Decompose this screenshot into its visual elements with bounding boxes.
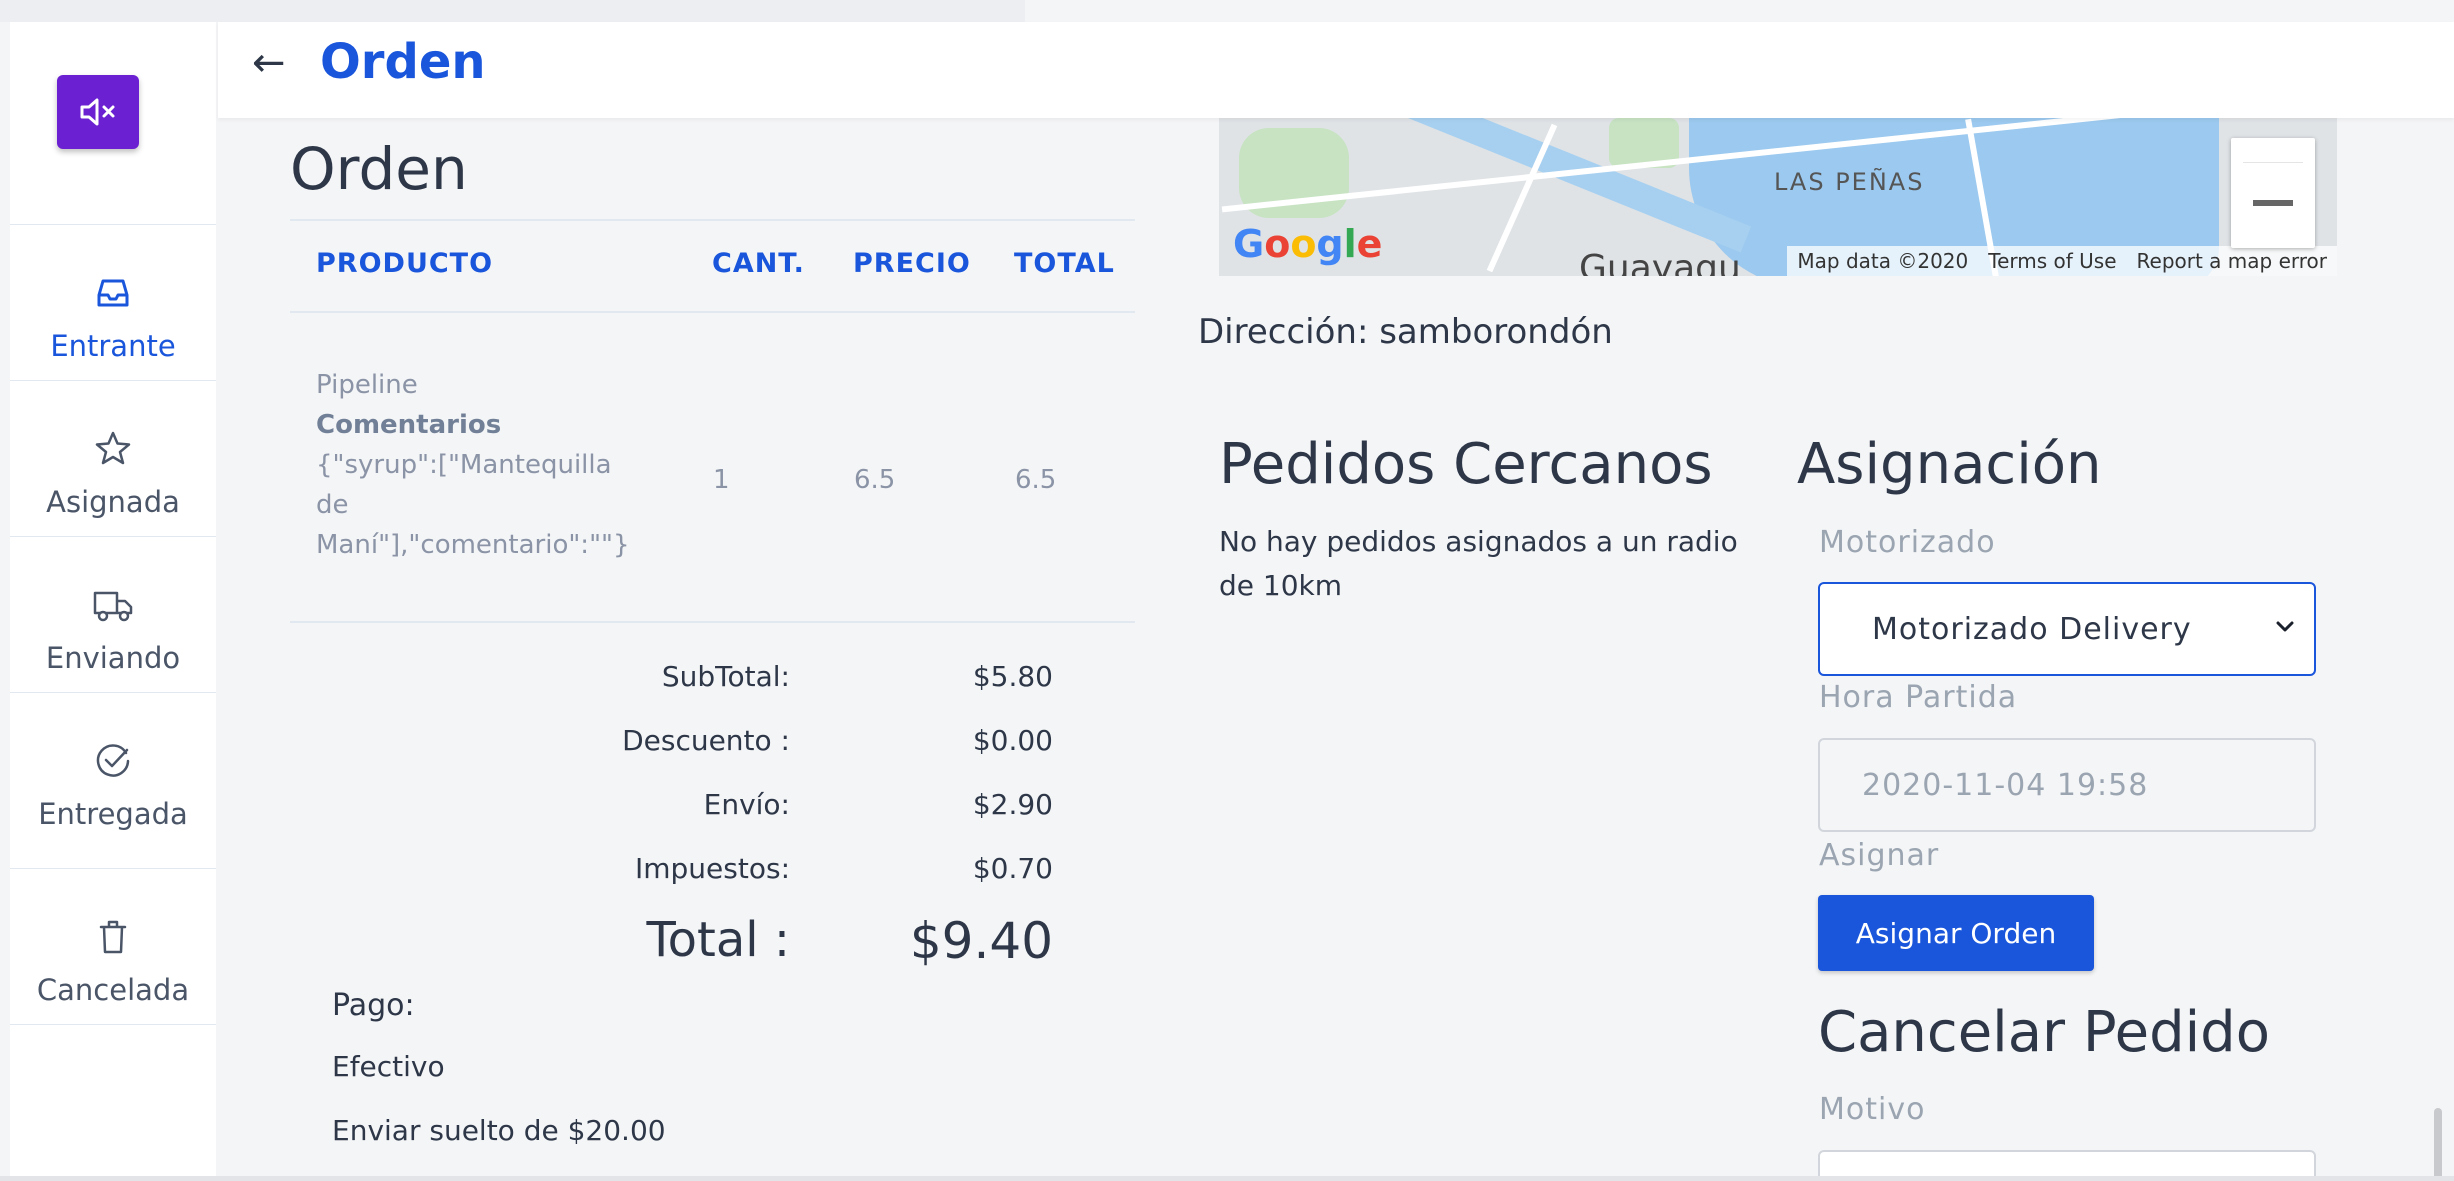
comments-line: Maní"],"comentario":""} — [316, 530, 630, 560]
page-title: Orden — [320, 34, 486, 90]
column-total: TOTAL — [1014, 248, 1115, 279]
change-note: Enviar suelto de $20.00 — [332, 1114, 666, 1147]
nearby-heading: Pedidos Cercanos — [1219, 432, 1713, 497]
sidebar-item-enviando[interactable]: Enviando — [10, 536, 216, 692]
zoom-out-icon[interactable] — [2253, 200, 2293, 206]
inbox-icon — [97, 279, 129, 307]
driver-label: Motorizado — [1819, 525, 1996, 560]
total-value: $9.40 — [909, 912, 1053, 970]
payment-method: Efectivo — [332, 1050, 445, 1083]
comments-line: de — [316, 490, 349, 520]
sidebar-item-label: Cancelada — [36, 973, 190, 1007]
cancel-heading: Cancelar Pedido — [1818, 1000, 2270, 1065]
tax-label: Impuestos: — [635, 852, 790, 885]
order-heading: Orden — [290, 135, 468, 203]
driver-select-value: Motorizado Delivery — [1872, 611, 2192, 647]
map-data-credit: Map data ©2020 — [1797, 249, 1969, 273]
sidebar-item-label: Enviando — [45, 641, 181, 675]
sidebar-item-label: Entregada — [38, 797, 188, 831]
subtotal-label: SubTotal: — [661, 660, 790, 693]
assign-order-button[interactable]: Asignar Orden — [1818, 895, 2094, 971]
google-logo: Google — [1233, 222, 1383, 266]
chevron-down-icon — [2276, 621, 2294, 632]
departure-input[interactable]: 2020-11-04 19:58 — [1818, 738, 2316, 832]
mute-button[interactable] — [57, 75, 139, 149]
assignment-heading: Asignación — [1797, 432, 2102, 497]
payment-label: Pago: — [332, 988, 415, 1023]
nearby-message: No hay pedidos asignados a un radio de 1… — [1219, 525, 1738, 602]
bottom-edge — [0, 1176, 2454, 1181]
discount-value: $0.00 — [972, 724, 1053, 757]
tax-value: $0.70 — [972, 852, 1053, 885]
sidebar-item-asignada[interactable]: Asignada — [10, 380, 216, 536]
sidebar-item-entregada[interactable]: Entregada — [10, 692, 216, 848]
divider — [290, 311, 1135, 313]
map-zoom-control[interactable] — [2231, 138, 2315, 248]
shipping-label: Envío: — [703, 788, 790, 821]
shipping-value: $2.90 — [972, 788, 1053, 821]
qty-cell: 1 — [713, 465, 730, 495]
terms-link[interactable]: Terms of Use — [1988, 249, 2116, 273]
column-precio: PRECIO — [853, 248, 971, 279]
departure-label: Hora Partida — [1819, 680, 2018, 715]
total-label: Total : — [646, 912, 790, 968]
subtotal-value: $5.80 — [972, 660, 1053, 693]
header: ← Orden — [218, 22, 2454, 118]
map-credits: Map data ©2020 Terms of Use Report a map… — [1787, 246, 2337, 276]
map-city-label: Guayaqu — [1579, 248, 1741, 276]
report-error-link[interactable]: Report a map error — [2137, 249, 2327, 273]
sidebar-divider — [10, 1024, 216, 1025]
product-cell: Pipeline Comentarios {"syrup":["Mantequi… — [316, 365, 656, 565]
arrow-left-icon[interactable]: ← — [252, 40, 286, 86]
reason-label: Motivo — [1819, 1092, 1926, 1127]
column-producto: PRODUCTO — [316, 248, 494, 279]
check-circle-icon — [96, 744, 130, 777]
map[interactable]: LAS PEÑAS Guayaqu Google Map data ©2020 … — [1219, 118, 2337, 276]
star-icon — [95, 431, 131, 465]
product-name: Pipeline — [316, 370, 418, 400]
comments-label: Comentarios — [316, 410, 502, 440]
total-cell: 6.5 — [1015, 465, 1057, 495]
divider — [290, 621, 1135, 623]
column-cantidad: CANT. — [712, 248, 805, 279]
volume-mute-icon — [80, 98, 115, 126]
top-strip — [0, 0, 1025, 22]
trash-icon — [99, 920, 127, 954]
price-cell: 6.5 — [854, 465, 896, 495]
sidebar-item-entrante[interactable]: Entrante — [10, 224, 216, 380]
assign-label: Asignar — [1819, 838, 1940, 873]
discount-label: Descuento : — [622, 724, 790, 757]
scrollbar[interactable] — [2434, 1108, 2442, 1181]
truck-icon — [93, 591, 133, 622]
sidebar-item-label: Asignada — [46, 485, 180, 519]
delivery-address: Dirección: samborondón — [1198, 312, 1613, 352]
map-area-label: LAS PEÑAS — [1774, 168, 1925, 196]
sidebar-item-cancelada[interactable]: Cancelada — [10, 868, 216, 1024]
sidebar-item-label: Entrante — [50, 329, 176, 363]
comments-line: {"syrup":["Mantequilla — [316, 450, 612, 480]
divider — [290, 219, 1135, 221]
driver-select[interactable]: Motorizado Delivery — [1818, 582, 2316, 676]
